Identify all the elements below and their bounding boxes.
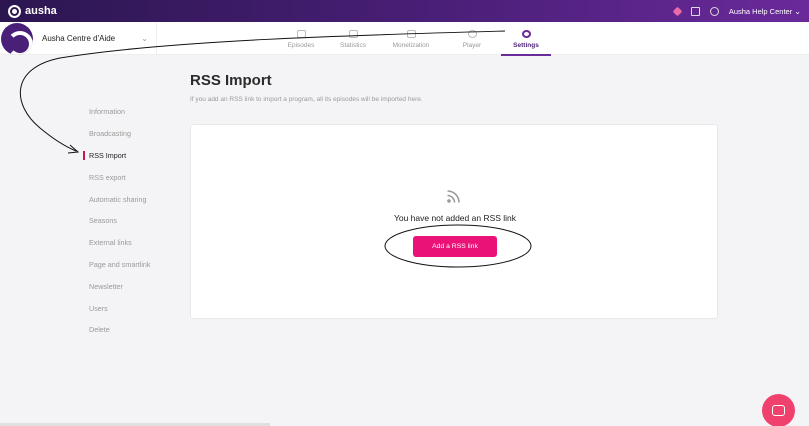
sidebar-item-seasons[interactable]: Seasons <box>88 210 151 232</box>
money-icon <box>406 30 416 38</box>
account-label: Ausha Help Center <box>728 6 793 16</box>
gear-icon <box>521 30 531 38</box>
sidebar-item-page-and-smartlink[interactable]: Page and smartlink <box>88 254 151 276</box>
chevron-down-icon: ⌄ <box>141 34 148 43</box>
tab-label: Player <box>462 42 482 49</box>
annotation-arrowhead <box>67 144 80 154</box>
logo-text: ausha <box>25 5 57 17</box>
chat-icon <box>772 405 785 416</box>
rss-icon <box>447 190 460 203</box>
chat-button[interactable] <box>762 394 795 426</box>
show-name: Ausha Centre d'Aide <box>42 34 116 43</box>
tab-episodes[interactable]: Episodes <box>275 22 327 55</box>
show-avatar <box>1 22 33 55</box>
gift-icon[interactable] <box>690 6 700 16</box>
sidebar-item-rss-export[interactable]: RSS export <box>88 166 151 188</box>
top-right-actions: Ausha Help Center ⌄ <box>672 0 801 22</box>
tab-label: Monetization <box>392 42 430 49</box>
main-tabs: Episodes Statistics Monetization Player … <box>275 22 551 56</box>
tab-statistics[interactable]: Statistics <box>327 22 379 55</box>
account-menu[interactable]: Ausha Help Center ⌄ <box>729 7 801 16</box>
page-subtitle: If you add an RSS link to import a progr… <box>190 96 423 103</box>
settings-sidebar: Information Broadcasting RSS Import RSS … <box>88 101 151 341</box>
sidebar-item-users[interactable]: Users <box>88 297 151 319</box>
header: Ausha Centre d'Aide ⌄ Episodes Statistic… <box>0 22 809 56</box>
sidebar-item-broadcasting[interactable]: Broadcasting <box>88 123 151 145</box>
tab-label: Episodes <box>287 42 315 49</box>
show-selector[interactable]: Ausha Centre d'Aide ⌄ <box>0 22 157 55</box>
page-title: RSS Import <box>190 72 272 89</box>
tab-player[interactable]: Player <box>443 22 501 55</box>
tab-settings[interactable]: Settings <box>501 22 551 56</box>
ausha-logo-icon <box>8 4 21 18</box>
bar-chart-icon <box>348 30 358 38</box>
sidebar-item-rss-import[interactable]: RSS Import <box>88 145 151 167</box>
rss-import-card: You have not added an RSS link Add a RSS… <box>190 124 718 319</box>
empty-state-text: You have not added an RSS link <box>393 213 517 223</box>
list-icon <box>296 30 306 38</box>
play-icon <box>467 30 477 38</box>
sidebar-item-automatic-sharing[interactable]: Automatic sharing <box>88 188 151 210</box>
notification-icon[interactable] <box>672 6 683 16</box>
tab-label: Settings <box>513 42 539 49</box>
chevron-down-icon: ⌄ <box>794 6 801 16</box>
ausha-logo[interactable]: ausha <box>8 4 57 18</box>
sidebar-item-delete[interactable]: Delete <box>88 319 151 341</box>
help-icon[interactable] <box>709 6 719 16</box>
sidebar-item-information[interactable]: Information <box>88 101 151 123</box>
sidebar-item-newsletter[interactable]: Newsletter <box>88 275 151 297</box>
sidebar-item-external-links[interactable]: External links <box>88 232 151 254</box>
add-rss-link-button[interactable]: Add a RSS link <box>413 236 497 257</box>
tab-label: Statistics <box>339 42 366 49</box>
tab-monetization[interactable]: Monetization <box>379 22 443 55</box>
top-bar: ausha Ausha Help Center ⌄ <box>0 0 809 22</box>
